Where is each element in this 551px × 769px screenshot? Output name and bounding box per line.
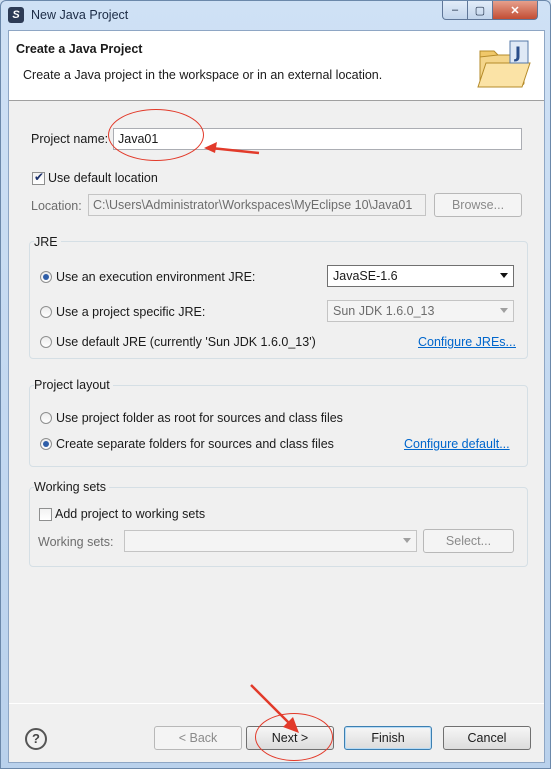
add-to-working-sets-label: Add project to working sets xyxy=(55,507,206,521)
working-sets-group xyxy=(29,487,528,567)
use-default-location-label: Use default location xyxy=(48,171,158,185)
minimize-button[interactable]: – xyxy=(442,1,468,20)
wizard-description: Create a Java project in the workspace o… xyxy=(23,68,383,82)
execution-environment-value: JavaSE-1.6 xyxy=(333,269,398,283)
add-to-working-sets-checkbox[interactable] xyxy=(39,508,52,521)
layout-separate-radio[interactable] xyxy=(40,438,52,450)
layout-root-radio[interactable] xyxy=(40,412,52,424)
project-layout-group-title: Project layout xyxy=(34,378,113,392)
wizard-title: Create a Java Project xyxy=(16,42,143,56)
chevron-down-icon xyxy=(403,538,411,543)
configure-jres-link[interactable]: Configure JREs... xyxy=(418,335,516,349)
select-working-sets-button[interactable]: Select... xyxy=(423,529,514,553)
use-default-location-checkbox[interactable] xyxy=(32,170,45,185)
layout-root-label: Use project folder as root for sources a… xyxy=(56,411,343,425)
window-title: New Java Project xyxy=(31,8,129,22)
working-sets-select[interactable] xyxy=(124,530,417,552)
jre-project-specific-label: Use a project specific JRE: xyxy=(56,305,206,319)
jre-default-radio[interactable] xyxy=(40,336,52,348)
dialog-window: S New Java Project – ▢ ✕ Create a Java P… xyxy=(0,0,551,769)
title-bar[interactable]: S New Java Project – ▢ ✕ xyxy=(1,1,550,29)
jre-execution-environment-label: Use an execution environment JRE: xyxy=(56,270,256,284)
browse-button[interactable]: Browse... xyxy=(434,193,522,217)
cancel-button[interactable]: Cancel xyxy=(443,726,531,750)
myeclipse-app-icon: S xyxy=(8,7,24,23)
chevron-down-icon xyxy=(500,308,508,313)
project-name-label: Project name: xyxy=(31,132,109,146)
annotation-arrow-project-name xyxy=(204,142,260,155)
project-specific-jre-select[interactable]: Sun JDK 1.6.0_13 xyxy=(327,300,514,322)
finish-button[interactable]: Finish xyxy=(344,726,432,750)
project-layout-group xyxy=(29,385,528,467)
location-input[interactable]: C:\Users\Administrator\Workspaces\MyEcli… xyxy=(88,194,426,216)
close-button[interactable]: ✕ xyxy=(492,1,538,20)
back-button[interactable]: < Back xyxy=(154,726,242,750)
configure-default-link[interactable]: Configure default... xyxy=(404,437,510,451)
svg-text:J: J xyxy=(514,43,521,62)
working-sets-group-title: Working sets xyxy=(34,480,110,494)
execution-environment-select[interactable]: JavaSE-1.6 xyxy=(327,265,514,287)
project-specific-jre-value: Sun JDK 1.6.0_13 xyxy=(333,304,435,318)
location-label: Location: xyxy=(31,199,82,213)
working-sets-label: Working sets: xyxy=(38,535,114,549)
wizard-banner: Create a Java Project Create a Java proj… xyxy=(9,31,544,101)
annotation-circle-project-name xyxy=(108,109,204,161)
chevron-down-icon xyxy=(500,273,508,278)
java-project-folder-icon: J xyxy=(477,40,531,88)
annotation-arrow-next xyxy=(250,684,299,733)
maximize-button[interactable]: ▢ xyxy=(467,1,493,20)
jre-group-title: JRE xyxy=(34,235,61,249)
layout-separate-label: Create separate folders for sources and … xyxy=(56,437,334,451)
dialog-client-area: Create a Java Project Create a Java proj… xyxy=(8,30,545,763)
jre-default-label: Use default JRE (currently 'Sun JDK 1.6.… xyxy=(56,335,316,349)
jre-execution-environment-radio[interactable] xyxy=(40,271,52,283)
jre-project-specific-radio[interactable] xyxy=(40,306,52,318)
help-icon[interactable]: ? xyxy=(25,728,47,750)
